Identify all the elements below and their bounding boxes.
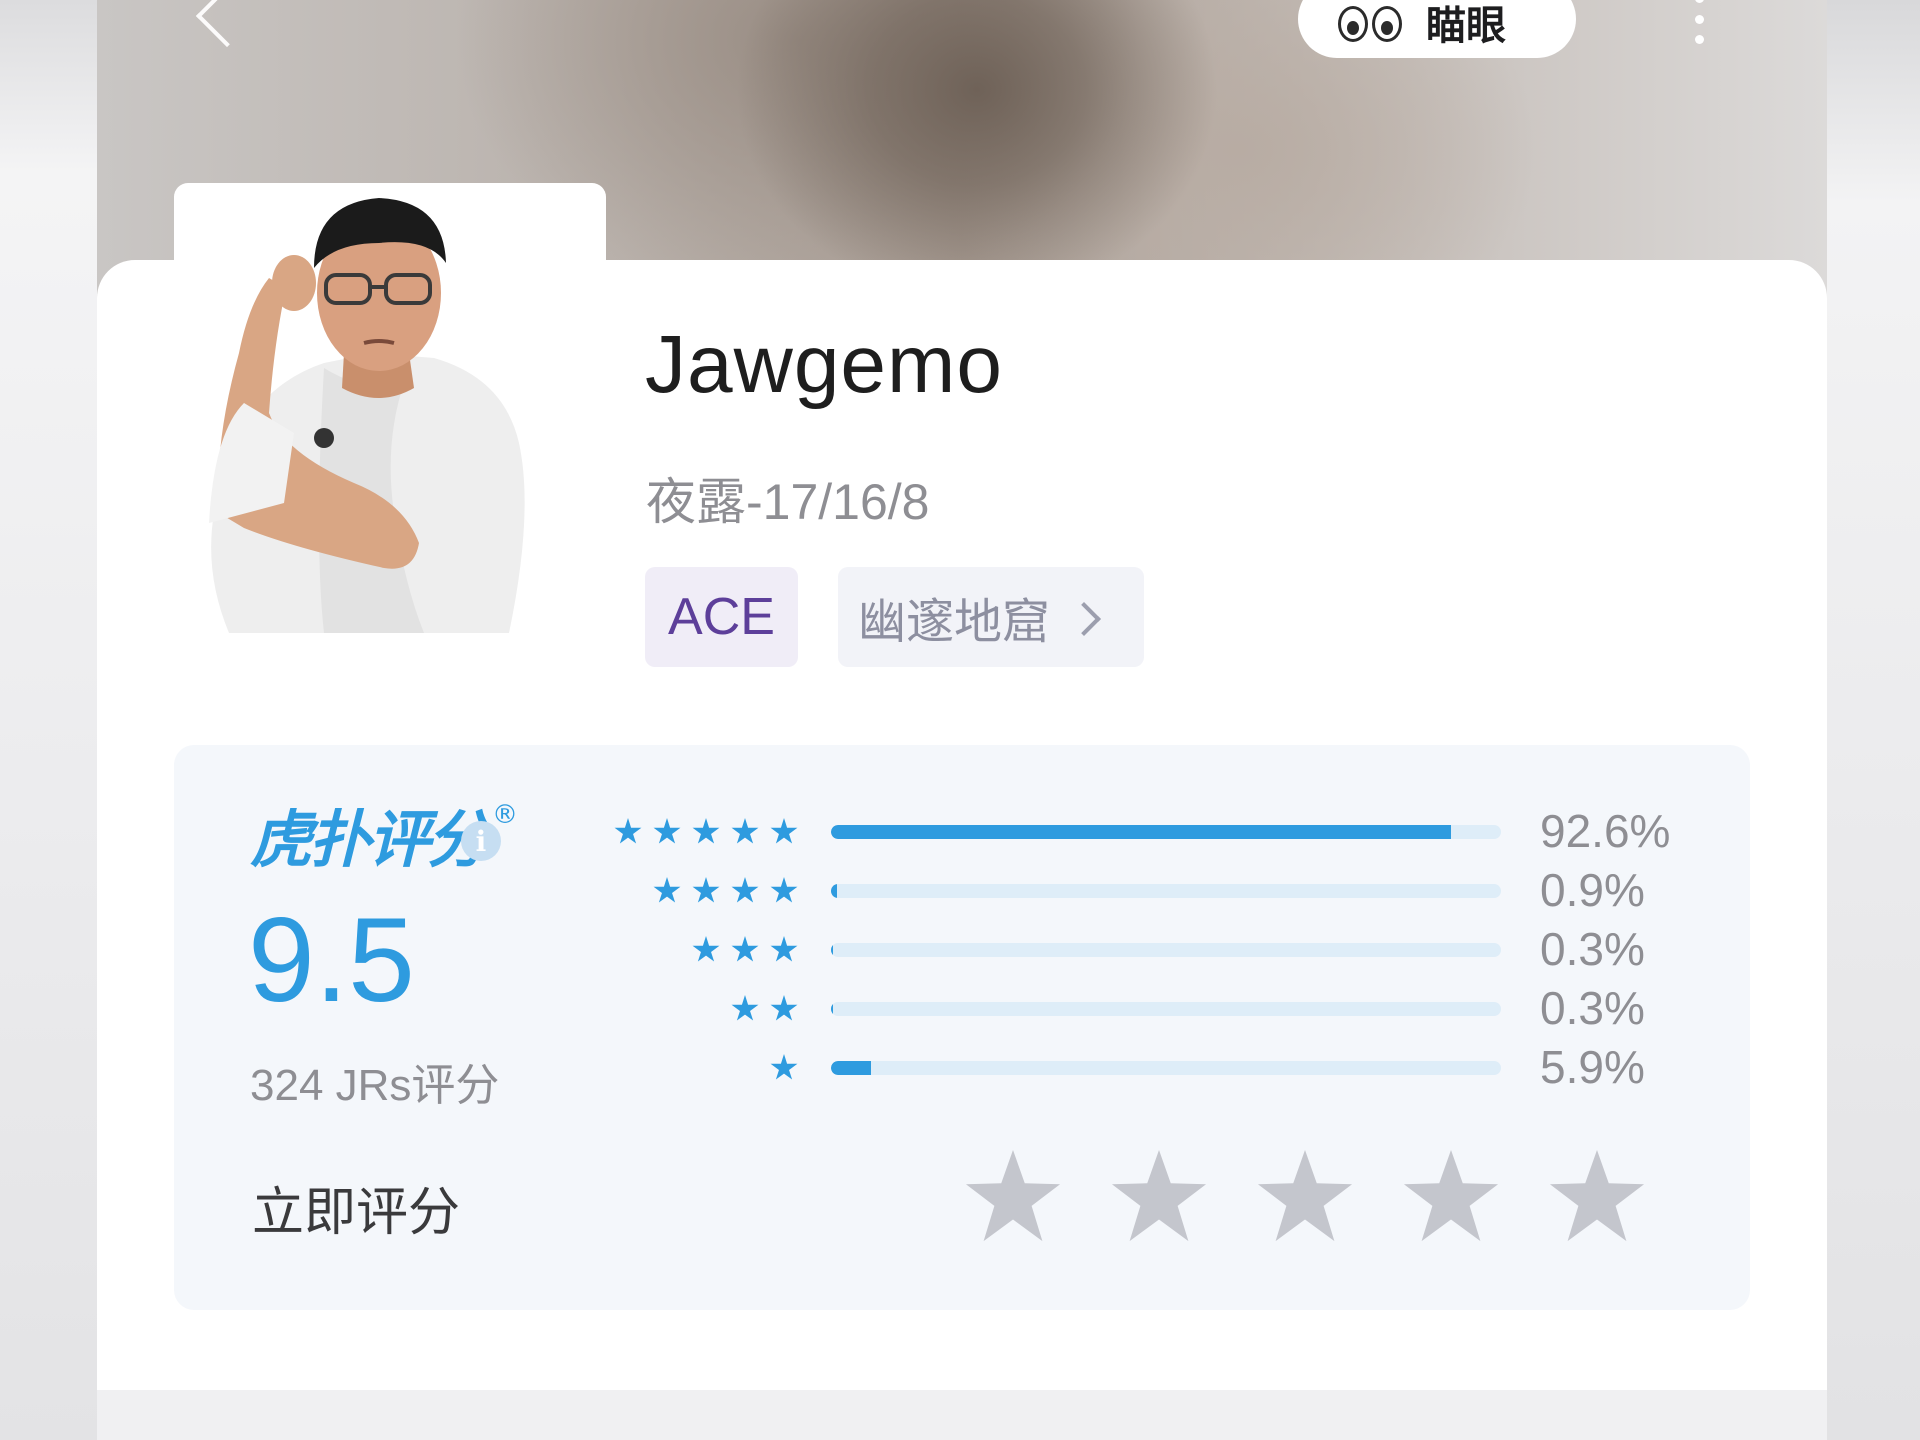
distribution-row-3-star: 0.3%: [600, 923, 1720, 975]
rate-star-4[interactable]: [1403, 1149, 1499, 1242]
distribution-stars: [692, 930, 798, 970]
distribution-bar-fill: [831, 884, 838, 898]
distribution-percent: 5.9%: [1540, 1041, 1645, 1093]
distribution-row-1-star: 5.9%: [600, 1041, 1720, 1093]
distribution-bar-fill: [831, 1002, 833, 1016]
distribution-stars: [770, 1048, 798, 1088]
chevron-right-icon: [1067, 602, 1101, 636]
distribution-bar: [831, 943, 1501, 957]
eyes-icon: [1338, 6, 1402, 42]
glance-button[interactable]: 瞄眼: [1298, 0, 1576, 58]
distribution-bar: [831, 825, 1501, 839]
star-icon: [770, 936, 798, 962]
distribution-bar-fill: [831, 1061, 871, 1075]
player-subtitle: 夜露-17/16/8: [646, 474, 930, 530]
background-left: [0, 0, 97, 1440]
star-icon: [614, 818, 642, 844]
distribution-row-4-star: 0.9%: [600, 864, 1720, 916]
location-tag-label: 幽邃地窟: [858, 594, 1051, 650]
star-icon: [731, 995, 759, 1021]
distribution-bar-fill: [831, 943, 833, 957]
rate-now-label: 立即评分: [252, 1183, 461, 1243]
background-right: [1827, 0, 1920, 1440]
star-icon: [653, 877, 681, 903]
star-icon: [770, 877, 798, 903]
more-menu-icon[interactable]: [1692, 0, 1706, 44]
distribution-bar: [831, 1061, 1501, 1075]
star-icon: [770, 1054, 798, 1080]
distribution-percent: 92.6%: [1540, 805, 1671, 857]
distribution-stars: [731, 989, 798, 1029]
player-avatar: [174, 183, 606, 633]
distribution-row-5-star: 92.6%: [600, 805, 1720, 857]
rate-star-5[interactable]: [1549, 1149, 1645, 1242]
distribution-bar-fill: [831, 825, 1452, 839]
average-score: 9.5: [248, 893, 415, 1027]
info-icon[interactable]: i: [461, 821, 501, 861]
ace-badge: ACE: [645, 567, 798, 667]
player-rating-page: 瞄眼 Jawgemo 夜露-17/16/8 ACE 幽邃地窟 虎扑评分 ® i …: [0, 0, 1920, 1440]
star-icon: [692, 818, 720, 844]
location-tag[interactable]: 幽邃地窟: [838, 567, 1144, 667]
rating-count: 324 JRs评分: [250, 1061, 500, 1110]
distribution-percent: 0.3%: [1540, 923, 1645, 975]
brand-logo: 虎扑评分: [250, 803, 489, 876]
player-name: Jawgemo: [645, 319, 1003, 410]
star-icon: [692, 877, 720, 903]
distribution-stars: [653, 871, 798, 911]
rate-star-3[interactable]: [1257, 1149, 1353, 1242]
registered-mark: ®: [492, 800, 519, 830]
star-icon: [731, 818, 759, 844]
rate-star-1[interactable]: [965, 1149, 1061, 1242]
star-icon: [770, 995, 798, 1021]
star-icon: [692, 936, 720, 962]
distribution-row-2-star: 0.3%: [600, 982, 1720, 1034]
section-divider: [97, 1390, 1827, 1440]
star-icon: [731, 936, 759, 962]
star-icon: [731, 877, 759, 903]
glance-label: 瞄眼: [1426, 3, 1506, 49]
distribution-percent: 0.3%: [1540, 982, 1645, 1034]
rate-stars: [964, 1148, 1646, 1246]
distribution-bar: [831, 884, 1501, 898]
distribution-percent: 0.9%: [1540, 864, 1645, 916]
distribution-bar: [831, 1002, 1501, 1016]
star-icon: [653, 818, 681, 844]
star-icon: [770, 818, 798, 844]
distribution-stars: [614, 812, 798, 852]
rate-star-2[interactable]: [1111, 1149, 1207, 1242]
